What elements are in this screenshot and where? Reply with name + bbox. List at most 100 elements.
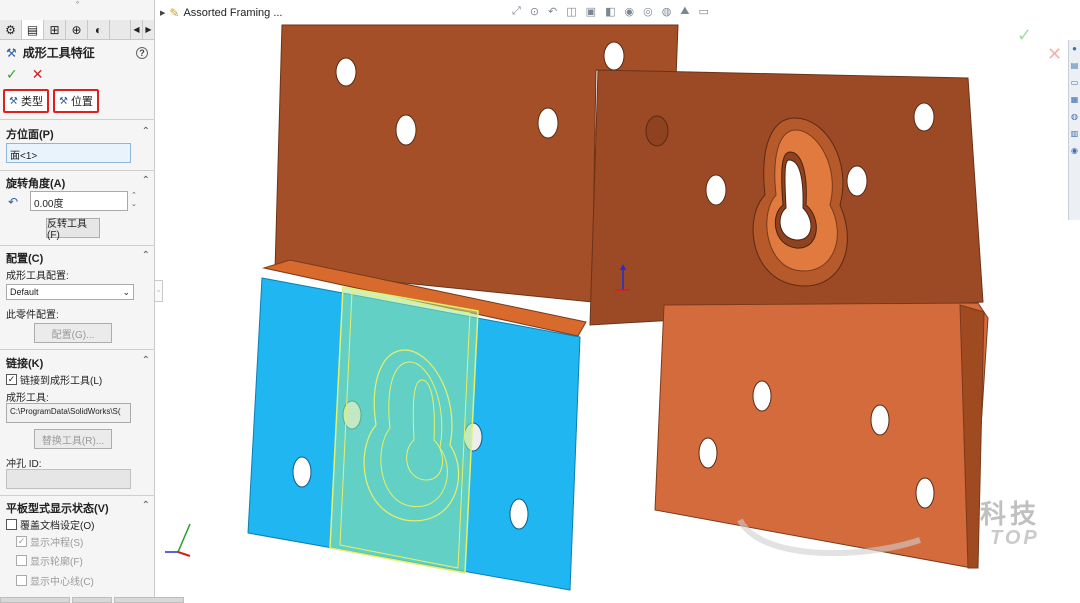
confirm-cancel-icon[interactable]: ✕ xyxy=(1047,44,1062,65)
config-manager-tab-icon[interactable]: ⊞ xyxy=(44,20,66,39)
zoom-to-fit-icon[interactable]: ⤢ xyxy=(512,5,521,18)
apply-scene-icon[interactable]: ⛰ xyxy=(680,5,689,18)
show-profile-label: 显示轮廓(F) xyxy=(30,557,83,568)
dynamic-annotation-icon[interactable]: ▣ xyxy=(586,5,596,18)
flat-display-group-title: 平板型式显示状态(V) xyxy=(6,503,109,515)
collapse-icon[interactable]: ⌃ xyxy=(142,126,150,142)
custom-properties-icon[interactable]: ▥ xyxy=(1071,129,1079,138)
checkbox-checked-icon[interactable]: ✓ xyxy=(16,536,27,547)
part-config-label: 此零件配置: xyxy=(6,310,59,321)
document-title[interactable]: Assorted Framing ... xyxy=(183,7,282,19)
face-selection-box[interactable]: 面<1> xyxy=(6,143,131,163)
show-punch-label: 显示冲程(S) xyxy=(30,538,84,549)
forming-tool-preview[interactable] xyxy=(329,286,479,574)
flat-display-group-header[interactable]: 平板型式显示状态(V) ⌃ xyxy=(6,500,150,516)
lower-right-flange[interactable] xyxy=(654,302,989,569)
replace-tool-button[interactable]: 替换工具(R)... xyxy=(34,429,112,449)
collapse-icon[interactable]: ⌃ xyxy=(142,175,150,191)
tool-config-label: 成形工具配置: xyxy=(6,271,69,282)
ok-button[interactable]: ✓ xyxy=(6,66,18,83)
confirm-ok-icon[interactable]: ✓ xyxy=(1017,25,1032,46)
appearance-tab-icon[interactable]: ◐ xyxy=(88,20,110,39)
panel-collapse-handle[interactable]: ◦ xyxy=(155,280,163,302)
link-group-title: 链接(K) xyxy=(6,358,44,370)
type-icon: ⚒ xyxy=(9,95,18,107)
display-style-icon[interactable]: ◉ xyxy=(624,5,634,18)
dimxpert-tab-icon[interactable]: ⊕ xyxy=(66,20,88,39)
chevron-down-icon: ⌄ xyxy=(122,287,130,297)
forum-icon[interactable]: ◉ xyxy=(1071,146,1078,155)
face-group-header[interactable]: 方位面(P) ⌃ xyxy=(6,126,150,142)
checkbox-unchecked-icon[interactable] xyxy=(16,575,27,586)
config-group-title: 配置(C) xyxy=(6,253,44,265)
link-to-tool-label: 链接到成形工具(L) xyxy=(20,376,103,387)
expand-triangle-icon[interactable]: ▶ xyxy=(160,9,165,17)
heads-up-view-toolbar: ⤢ ⊙ ↶ ◫ ▣ ◧ ◉ ◎ ◍ ⛰ ▭ xyxy=(512,5,709,18)
help-icon[interactable]: ? xyxy=(136,46,148,59)
override-doc-label: 覆盖文档设定(O) xyxy=(20,521,95,532)
collapse-icon[interactable]: ⌃ xyxy=(142,250,150,266)
watermark-text: 科技 xyxy=(980,499,1041,529)
link-to-tool-checkbox[interactable]: ✓ 链接到成形工具(L) xyxy=(6,372,102,387)
pm-title: 成形工具特征 xyxy=(22,46,95,60)
tab-scroll: ◀ ▶ xyxy=(130,20,154,39)
rotate-angle-input[interactable]: 0.00度 xyxy=(30,191,128,211)
tab-type[interactable]: ⚒ 类型 xyxy=(3,89,49,113)
spin-arrows[interactable]: ⌃ ⌄ xyxy=(131,191,137,209)
assembly-icon: ✎ xyxy=(169,6,180,20)
tool-config-select[interactable]: Default ⌄ xyxy=(6,284,134,300)
back-wall[interactable] xyxy=(589,69,984,326)
motion-study-tab[interactable] xyxy=(72,597,112,603)
zoom-area-icon[interactable]: ⊙ xyxy=(530,5,539,18)
model-tab[interactable] xyxy=(0,597,70,603)
hide-show-icon[interactable]: ◎ xyxy=(643,5,653,18)
checkbox-unchecked-icon[interactable] xyxy=(16,555,27,566)
tab-scroll-left-icon[interactable]: ◀ xyxy=(130,20,142,39)
feature-manager-tab-icon[interactable]: ⚙ xyxy=(0,20,22,39)
task-pane-tabs: ● ▤ ▭ ▦ ◍ ▥ ◉ xyxy=(1068,40,1080,220)
collapse-icon[interactable]: ⌃ xyxy=(142,500,150,516)
show-centerline-checkbox[interactable]: 显示中心线(C) xyxy=(16,573,94,588)
property-manager-tab-icon[interactable]: ▤ xyxy=(22,20,44,39)
section-view-icon[interactable]: ◫ xyxy=(566,5,576,18)
previous-view-icon[interactable]: ↶ xyxy=(548,5,557,18)
file-explorer-icon[interactable]: ▭ xyxy=(1071,78,1079,87)
link-group-header[interactable]: 链接(K) ⌃ xyxy=(6,355,150,371)
panel-grip[interactable]: ∘ xyxy=(0,0,155,7)
show-punch-checkbox[interactable]: ✓ 显示冲程(S) xyxy=(16,534,83,549)
tab-type-label: 类型 xyxy=(20,96,43,108)
divider xyxy=(0,170,155,171)
view-orientation-icon[interactable]: ◧ xyxy=(605,5,615,18)
flip-tool-button[interactable]: 反转工具(F) xyxy=(46,218,100,241)
collapse-icon[interactable]: ⌃ xyxy=(142,355,150,371)
checkbox-unchecked-icon[interactable] xyxy=(6,519,17,530)
view-palette-icon[interactable]: ▦ xyxy=(1071,95,1079,104)
view-settings-icon[interactable]: ▭ xyxy=(699,5,709,18)
graphics-area[interactable] xyxy=(163,22,1068,602)
override-doc-checkbox[interactable]: 覆盖文档设定(O) xyxy=(6,517,94,532)
pm-header: ⚒ 成形工具特征 ? xyxy=(6,44,148,61)
tab-position[interactable]: ⚒ 位置 xyxy=(52,89,99,113)
extra-tab[interactable] xyxy=(114,597,184,603)
design-library-icon[interactable]: ▤ xyxy=(1071,61,1079,70)
feature-tree-flyout: ▶ ✎ Assorted Framing ... xyxy=(160,4,283,22)
rotate-group-header[interactable]: 旋转角度(A) ⌃ xyxy=(6,175,150,191)
pm-subtabs: ⚒ 类型 ⚒ 位置 xyxy=(3,89,99,113)
punch-id-field[interactable] xyxy=(6,469,131,489)
ok-cancel-row: ✓ ✕ xyxy=(6,66,43,83)
config-group-header[interactable]: 配置(C) ⌃ xyxy=(6,250,150,266)
show-profile-checkbox[interactable]: 显示轮廓(F) xyxy=(16,553,83,568)
resources-icon[interactable]: ● xyxy=(1072,44,1077,53)
divider xyxy=(0,245,155,246)
cancel-button[interactable]: ✕ xyxy=(32,66,44,83)
punch-id-label: 冲孔 ID: xyxy=(6,459,42,470)
forming-tool-icon: ⚒ xyxy=(6,45,17,60)
config-button[interactable]: 配置(G)... xyxy=(34,323,112,343)
edit-appearance-icon[interactable]: ◍ xyxy=(662,5,672,18)
tool-path-field[interactable]: C:\ProgramData\SolidWorks\S( xyxy=(6,403,131,423)
tab-scroll-right-icon[interactable]: ▶ xyxy=(142,20,154,39)
rotate-group-title: 旋转角度(A) xyxy=(6,178,66,190)
checkbox-checked-icon[interactable]: ✓ xyxy=(6,374,17,385)
angle-icon: ↶ xyxy=(8,195,19,209)
appearances-icon[interactable]: ◍ xyxy=(1071,112,1078,121)
